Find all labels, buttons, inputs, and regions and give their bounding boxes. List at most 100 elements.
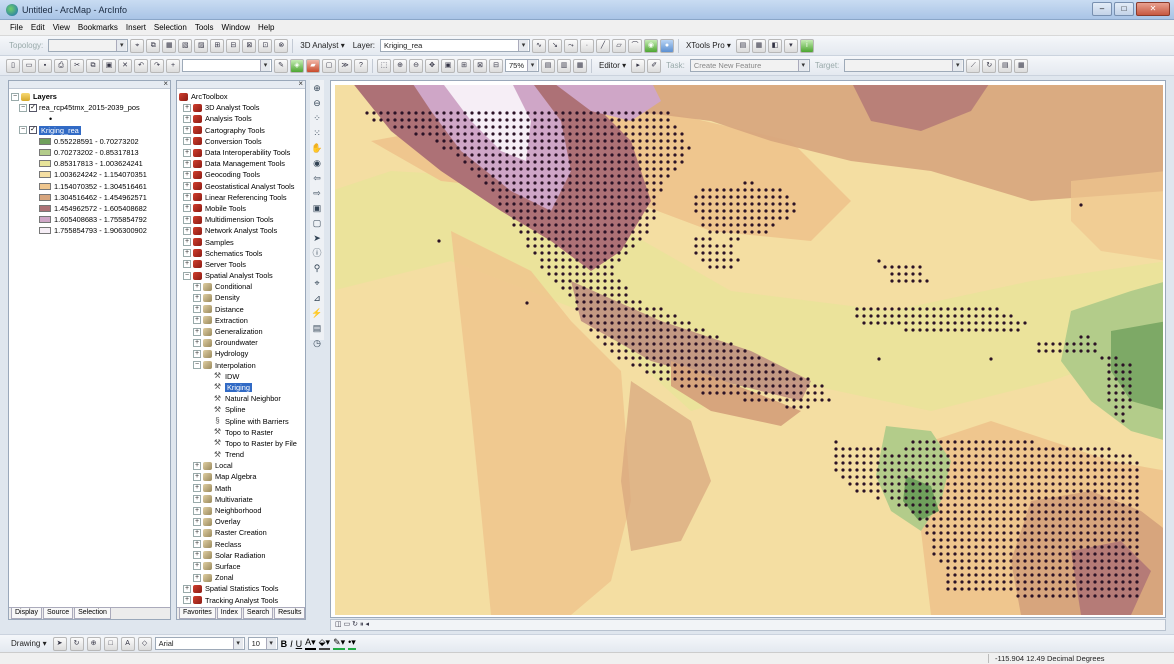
underline-button[interactable]: U (296, 639, 303, 649)
tool-item[interactable]: Topo to Raster by File (225, 439, 297, 448)
expand-toolset-icon[interactable]: + (193, 573, 201, 582)
fixed-zoom-in-icon[interactable]: ⊠ (473, 58, 487, 73)
toolbox-item[interactable]: Samples (205, 238, 234, 247)
expand-toolset-icon[interactable]: + (193, 495, 201, 504)
drawing-menu[interactable]: Drawing ▾ (11, 639, 47, 648)
maximize-button[interactable]: □ (1114, 2, 1134, 16)
expand-toolset-icon[interactable]: + (193, 484, 201, 493)
print-icon[interactable]: ⎙ (54, 58, 68, 73)
editor-toolbar-icon[interactable]: ✎ (274, 58, 288, 73)
zoom-whole-page-icon[interactable]: ▣ (441, 58, 455, 73)
cut-icon[interactable]: ✂ (70, 58, 84, 73)
tab-selection[interactable]: Selection (74, 608, 111, 619)
fixed-zoom-out-icon[interactable]: ⁙ (311, 127, 323, 139)
expand-toolbox-icon[interactable]: + (183, 103, 191, 112)
toolset-item[interactable]: Hydrology (215, 349, 248, 358)
sketch-properties-icon[interactable]: ▦ (1014, 58, 1029, 73)
toc-layer2-selected[interactable]: Kriging_rea (39, 125, 81, 135)
toolset-item[interactable]: Groundwater (215, 338, 258, 347)
expand-toolbox-icon[interactable]: + (183, 137, 191, 146)
line-of-sight-icon[interactable]: ⤳ (563, 38, 578, 53)
menu-edit[interactable]: Edit (31, 23, 45, 32)
interpolate-polygon-icon[interactable]: ▱ (611, 38, 626, 53)
toolbox-item[interactable]: Multidimension Tools (205, 215, 273, 224)
expand-toolbox-icon[interactable]: + (183, 204, 191, 213)
expand-toolbox-icon[interactable]: + (183, 182, 191, 191)
3d-analyst-menu[interactable]: 3D Analyst ▾ (300, 41, 344, 50)
steepest-path-icon[interactable]: ↘ (547, 38, 562, 53)
topology-tool-icon[interactable]: ⌖ (130, 38, 145, 53)
measure-icon[interactable]: ⊿ (311, 292, 323, 304)
select-elements-arrow-icon[interactable]: ➤ (311, 232, 323, 244)
tab-results[interactable]: Results (274, 608, 305, 619)
expand-toolset-icon[interactable]: + (193, 506, 201, 515)
xtools-info-icon[interactable]: i (799, 38, 814, 53)
refresh-view-icon[interactable]: ↻ (352, 621, 358, 628)
expand-toolbox-icon[interactable]: + (183, 193, 191, 202)
menu-help[interactable]: Help (258, 23, 274, 32)
toolbox-item[interactable]: Network Analyst Tools (205, 226, 277, 235)
layer-dropdown[interactable]: Kriging_rea (379, 39, 530, 52)
open-folder-icon[interactable]: ▭ (22, 58, 36, 73)
tool-item[interactable]: Spline with Barriers (225, 417, 289, 426)
go-to-xy-icon[interactable]: ⌖ (311, 277, 323, 289)
kriging-raster-map[interactable] (331, 81, 1167, 619)
time-slider-icon[interactable]: ◷ (311, 337, 323, 349)
legend-swatch[interactable] (39, 227, 51, 235)
zoom-percent-dropdown[interactable]: 75% (505, 59, 539, 72)
legend-swatch[interactable] (39, 160, 51, 168)
interpolate-line-icon[interactable]: ╱ (595, 38, 610, 53)
copy-icon[interactable]: ⧉ (86, 58, 100, 73)
toc-root-layers[interactable]: Layers (33, 92, 57, 101)
expand-toolbox-icon[interactable]: + (183, 148, 191, 157)
map-display[interactable] (330, 80, 1166, 618)
pause-draw-icon[interactable]: ⏸ (360, 621, 364, 628)
toolset-item[interactable]: Local (215, 461, 233, 470)
toolset-item[interactable]: Multivariate (215, 495, 253, 504)
html-popup-icon[interactable]: ▤ (311, 322, 323, 334)
toolbox-item[interactable]: Mobile Tools (205, 204, 246, 213)
toolbox-item[interactable]: Conversion Tools (205, 137, 262, 146)
command-line-icon[interactable]: ▢ (322, 58, 336, 73)
toolset-item[interactable]: Map Algebra (215, 472, 257, 481)
rotate-icon[interactable]: ↻ (69, 636, 84, 651)
new-document-icon[interactable]: ▯ (6, 58, 20, 73)
attributes-icon[interactable]: ▤ (998, 58, 1013, 73)
toc-layer1[interactable]: rea_rcp45tmx_2015-2039_pos (39, 103, 140, 112)
zoom-100-icon[interactable]: ⊞ (457, 58, 471, 73)
toolset-item[interactable]: Reclass (215, 540, 241, 549)
tool-item[interactable]: IDW (225, 372, 239, 381)
rectangle-tool-icon[interactable]: □ (103, 636, 118, 651)
shared-features-icon[interactable]: ⊟ (226, 38, 241, 53)
text-tool-icon[interactable]: A (120, 636, 135, 651)
expand-layer2-icon[interactable]: − (19, 126, 27, 135)
toolbox-item[interactable]: Geostatistical Analyst Tools (205, 182, 294, 191)
collapse-interpolation-icon[interactable]: − (193, 361, 201, 370)
toc-panel-header[interactable] (9, 81, 170, 89)
topology-dropdown[interactable] (48, 39, 129, 52)
toggle-draft-mode-icon[interactable]: ▤ (541, 58, 555, 73)
legend-swatch[interactable] (39, 137, 51, 145)
expand-toolbox-icon[interactable]: + (183, 159, 191, 168)
toolbox-item-spatial-analyst[interactable]: Spatial Analyst Tools (205, 271, 273, 280)
rotate-tool-icon[interactable]: ↻ (982, 58, 997, 73)
close-button[interactable]: ✕ (1136, 2, 1170, 16)
expand-toolset-icon[interactable]: + (193, 551, 201, 560)
legend-swatch[interactable] (39, 193, 51, 201)
arccatalog-icon[interactable]: ◈ (290, 58, 304, 73)
zoom-in-icon[interactable]: ⊕ (311, 82, 323, 94)
legend-swatch[interactable] (39, 171, 51, 179)
toolbox-item[interactable]: Server Tools (205, 260, 246, 269)
sketch-tool-icon[interactable]: ✐ (647, 58, 662, 73)
expand-toolbox-icon[interactable]: + (183, 249, 191, 258)
italic-button[interactable]: I (290, 639, 293, 649)
pan-hand-icon[interactable]: ✋ (311, 142, 323, 154)
font-size-dropdown[interactable]: 10 (247, 637, 278, 650)
identify-icon[interactable]: ⓘ (311, 247, 323, 259)
arcscene-icon[interactable]: ◉ (643, 38, 658, 53)
expand-toolbox-icon[interactable]: + (183, 126, 191, 135)
legend-swatch[interactable] (39, 216, 51, 224)
forward-extent-icon[interactable]: ⇨ (311, 187, 323, 199)
layout-select-icon[interactable]: ⬚ (377, 58, 391, 73)
tool-item-kriging-selected[interactable]: Kriging (225, 382, 253, 392)
